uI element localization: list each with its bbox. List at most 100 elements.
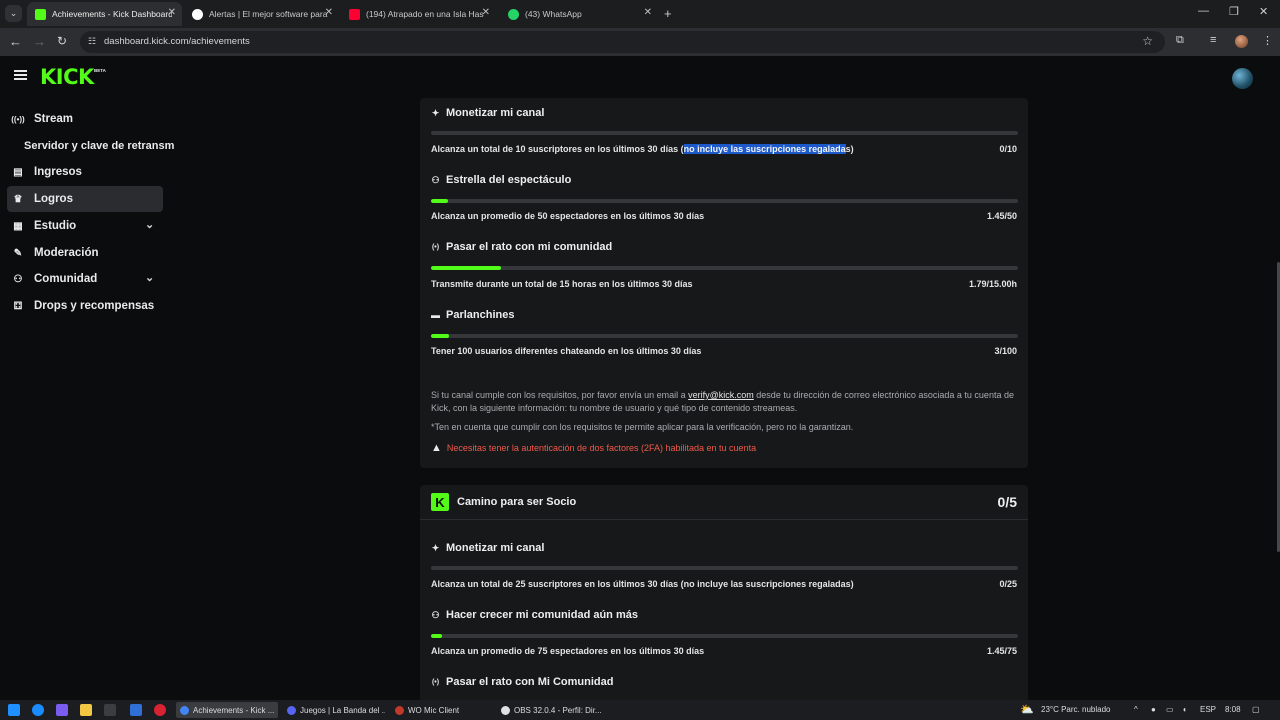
extensions-icon[interactable]: ⧉ xyxy=(1176,34,1184,47)
language-indicator[interactable]: ESP xyxy=(1200,705,1216,714)
close-icon[interactable]: ✕ xyxy=(482,7,490,18)
sidebar-item-label: Drops y recompensas xyxy=(34,300,155,312)
windows-taskbar: Achievements - Kick ... Juegos | La Band… xyxy=(0,700,1280,720)
chevron-down-icon[interactable]: ⌄ xyxy=(145,271,159,284)
desc-part: Alcanza un total de 10 suscriptores en l… xyxy=(431,144,684,154)
volume-icon[interactable]: ◖ xyxy=(1182,705,1187,714)
store-icon[interactable] xyxy=(104,704,116,716)
tab-2[interactable]: (194) Atrapado en una Isla Has ✕ xyxy=(341,2,496,26)
kick-logo[interactable]: KICK xyxy=(40,65,94,89)
browser-tab-bar: ⌄ Achievements - Kick Dashboard ✕ Alerta… xyxy=(0,0,1280,28)
copilot-icon[interactable] xyxy=(56,704,68,716)
progress-bar xyxy=(431,566,1018,570)
tab-search-button[interactable]: ⌄ xyxy=(5,5,22,22)
sidebar-subitem-server-key[interactable]: Servidor y clave de retransm xyxy=(24,140,174,152)
minimize-button[interactable]: — xyxy=(1198,5,1209,17)
achievement-title-text: Pasar el rato con Mi Comunidad xyxy=(446,676,614,688)
taskbar-app-discord[interactable]: Juegos | La Banda del ... xyxy=(283,702,385,718)
tab-3[interactable]: (43) WhatsApp ✕ xyxy=(500,2,658,26)
network-icon[interactable]: ▭ xyxy=(1166,705,1174,714)
achievement-title: ▬ Parlanchines xyxy=(431,309,514,321)
taskbar-app-chrome[interactable]: Achievements - Kick ... xyxy=(176,702,278,718)
studio-icon: ▦ xyxy=(13,220,23,232)
broadcast-icon: (•) xyxy=(431,678,440,686)
desc-highlight: no incluye las suscripciones regalada xyxy=(683,144,846,154)
profile-avatar[interactable] xyxy=(1235,35,1248,48)
close-icon[interactable]: ✕ xyxy=(168,7,176,18)
sidebar-item-drops[interactable]: ⚃ Drops y recompensas xyxy=(7,293,163,319)
app-icon[interactable] xyxy=(130,704,142,716)
close-icon[interactable]: ✕ xyxy=(644,7,652,18)
verification-info: Si tu canal cumple con los requisitos, p… xyxy=(431,389,1018,415)
sidebar-item-moderacion[interactable]: ✎ Moderación xyxy=(7,240,163,266)
microphone-tray-icon[interactable]: ● xyxy=(1151,705,1156,714)
progress-fill xyxy=(431,199,449,203)
viewers-icon: ⚇ xyxy=(431,174,440,185)
achievement-title-text: Estrella del espectáculo xyxy=(446,174,572,186)
achievement-title-text: Parlanchines xyxy=(446,309,515,321)
chevron-down-icon[interactable]: ⌄ xyxy=(145,218,159,231)
app-header xyxy=(0,56,1280,98)
achievement-description: Alcanza un total de 25 suscriptores en l… xyxy=(431,579,854,589)
sidebar-item-comunidad[interactable]: ⚇ Comunidad ⌄ xyxy=(7,266,163,292)
weather-text[interactable]: 23°C Parc. nublado xyxy=(1041,705,1110,714)
achievement-value: 1.79/15.00h xyxy=(968,279,1017,289)
weather-icon[interactable]: ⛅ xyxy=(1020,703,1034,716)
clock[interactable]: 8:08 xyxy=(1225,705,1241,714)
twofa-warning: ▲ Necesitas tener la autenticación de do… xyxy=(431,442,756,454)
warning-text: Necesitas tener la autenticación de dos … xyxy=(446,443,757,453)
opera-icon[interactable] xyxy=(154,704,166,716)
partner-count: 0/5 xyxy=(997,494,1017,510)
address-bar[interactable]: ☷ dashboard.kick.com/achievements ☆ xyxy=(80,31,1165,53)
back-button[interactable]: ← xyxy=(9,34,22,49)
taskbar-app-womic[interactable]: WO Mic Client xyxy=(391,702,493,718)
site-info-icon[interactable]: ☷ xyxy=(88,36,96,47)
sidebar-item-label: Ingresos xyxy=(34,166,82,178)
youtube-favicon-icon xyxy=(349,8,360,20)
tab-1[interactable]: Alertas | El mejor software para ✕ xyxy=(184,2,339,26)
media-controls-icon[interactable]: ≡ xyxy=(1210,34,1216,46)
progress-fill xyxy=(431,634,443,638)
close-window-button[interactable]: ✕ xyxy=(1259,5,1268,18)
beta-badge: BETA xyxy=(94,68,106,73)
whatsapp-favicon-icon xyxy=(508,8,519,20)
sidebar-item-ingresos[interactable]: ▤ Ingresos xyxy=(7,159,163,185)
tray-chevron-icon[interactable]: ^ xyxy=(1134,705,1138,714)
achievement-title: ⚇ Hacer crecer mi comunidad aún más xyxy=(431,609,638,621)
verify-email-link[interactable]: verify@kick.com xyxy=(688,390,754,400)
achievement-title: ✦ Monetizar mi canal xyxy=(431,542,545,554)
achievement-title-text: Monetizar mi canal xyxy=(446,107,545,119)
taskbar-app-label: Achievements - Kick ... xyxy=(193,705,275,715)
edge-icon[interactable] xyxy=(32,704,44,716)
achievement-value: 1.45/75 xyxy=(986,646,1017,656)
notifications-icon[interactable]: ▢ xyxy=(1252,705,1260,714)
windows-start-icon[interactable] xyxy=(8,704,20,716)
forward-button[interactable]: → xyxy=(33,34,46,49)
reload-button[interactable]: ↻ xyxy=(57,34,67,48)
bookmark-star-icon[interactable]: ☆ xyxy=(1142,34,1153,48)
close-icon[interactable]: ✕ xyxy=(325,7,333,18)
sidebar-item-stream[interactable]: ((•)) Stream xyxy=(7,106,163,132)
sidebar-item-estudio[interactable]: ▦ Estudio ⌄ xyxy=(7,213,163,239)
drops-icon: ⚃ xyxy=(13,300,23,312)
taskbar-app-label: Juegos | La Banda del ... xyxy=(300,705,385,715)
tab-title: (43) WhatsApp xyxy=(525,9,582,19)
maximize-button[interactable]: ❐ xyxy=(1229,5,1239,18)
taskbar-app-obs[interactable]: OBS 32.0.4 - Perfil: Dir... xyxy=(497,702,601,718)
broadcast-icon: ((•)) xyxy=(11,114,25,124)
sidebar-item-label: Stream xyxy=(34,113,73,125)
partner-title-text: Camino para ser Socio xyxy=(457,496,577,508)
progress-bar xyxy=(431,266,1018,270)
sidebar-item-label: Estudio xyxy=(34,220,77,232)
new-tab-button[interactable]: + xyxy=(664,6,672,21)
file-explorer-icon[interactable] xyxy=(80,704,92,716)
user-avatar[interactable] xyxy=(1232,68,1253,89)
alerts-favicon-icon xyxy=(192,8,203,20)
sidebar-item-logros[interactable]: ♛ Logros xyxy=(7,186,163,212)
chart-icon: ▤ xyxy=(13,166,23,178)
hamburger-menu-icon[interactable] xyxy=(14,70,27,80)
achievement-description: Tener 100 usuarios diferentes chateando … xyxy=(431,346,702,356)
browser-menu-icon[interactable]: ⋮ xyxy=(1262,34,1273,47)
chat-icon: ▬ xyxy=(431,310,440,320)
tab-0[interactable]: Achievements - Kick Dashboard ✕ xyxy=(27,2,182,26)
